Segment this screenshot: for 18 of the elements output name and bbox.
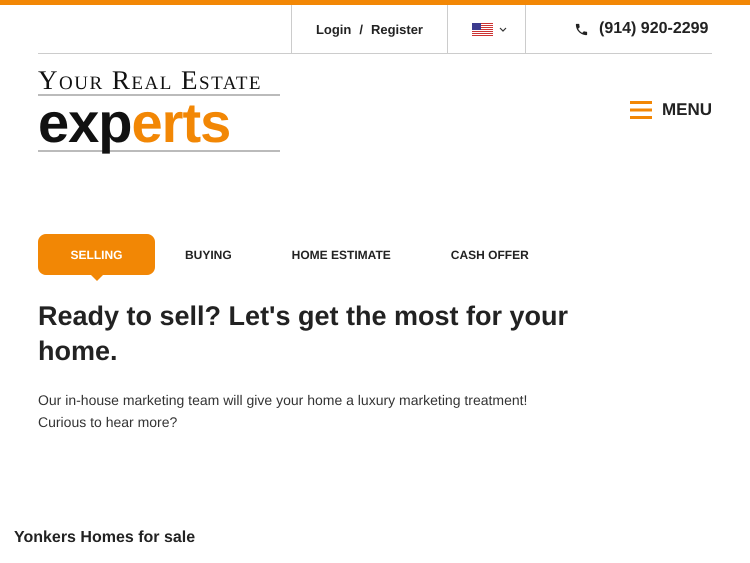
section-title: Yonkers Homes for sale	[14, 529, 196, 547]
tab[interactable]: HOME ESTIMATE	[262, 234, 421, 275]
tab[interactable]: CASH OFFER	[420, 234, 559, 275]
description: Our in-house marketing team will give your home a luxury marketing treatment! Curious to hear more?	[38, 391, 528, 432]
tab[interactable]: BUYING	[155, 234, 262, 275]
menu-icon[interactable]	[630, 101, 652, 119]
tab-pointer-icon	[90, 275, 102, 281]
separator: /	[359, 22, 363, 36]
logo-tagline: Your Real Estate	[38, 68, 280, 96]
register-link[interactable]: Register	[370, 22, 423, 36]
heading: Ready to sell? Let's get the most for your home.	[38, 300, 570, 368]
flag-icon[interactable]	[472, 22, 493, 36]
chevron-down-icon[interactable]	[499, 26, 507, 32]
phone-icon	[574, 22, 589, 36]
phone-link[interactable]: (914) 920-2299	[599, 20, 708, 38]
logo-wordmark: experts	[38, 96, 280, 152]
menu-button[interactable]: MENU	[630, 100, 712, 120]
login-link[interactable]: Login	[316, 22, 352, 36]
